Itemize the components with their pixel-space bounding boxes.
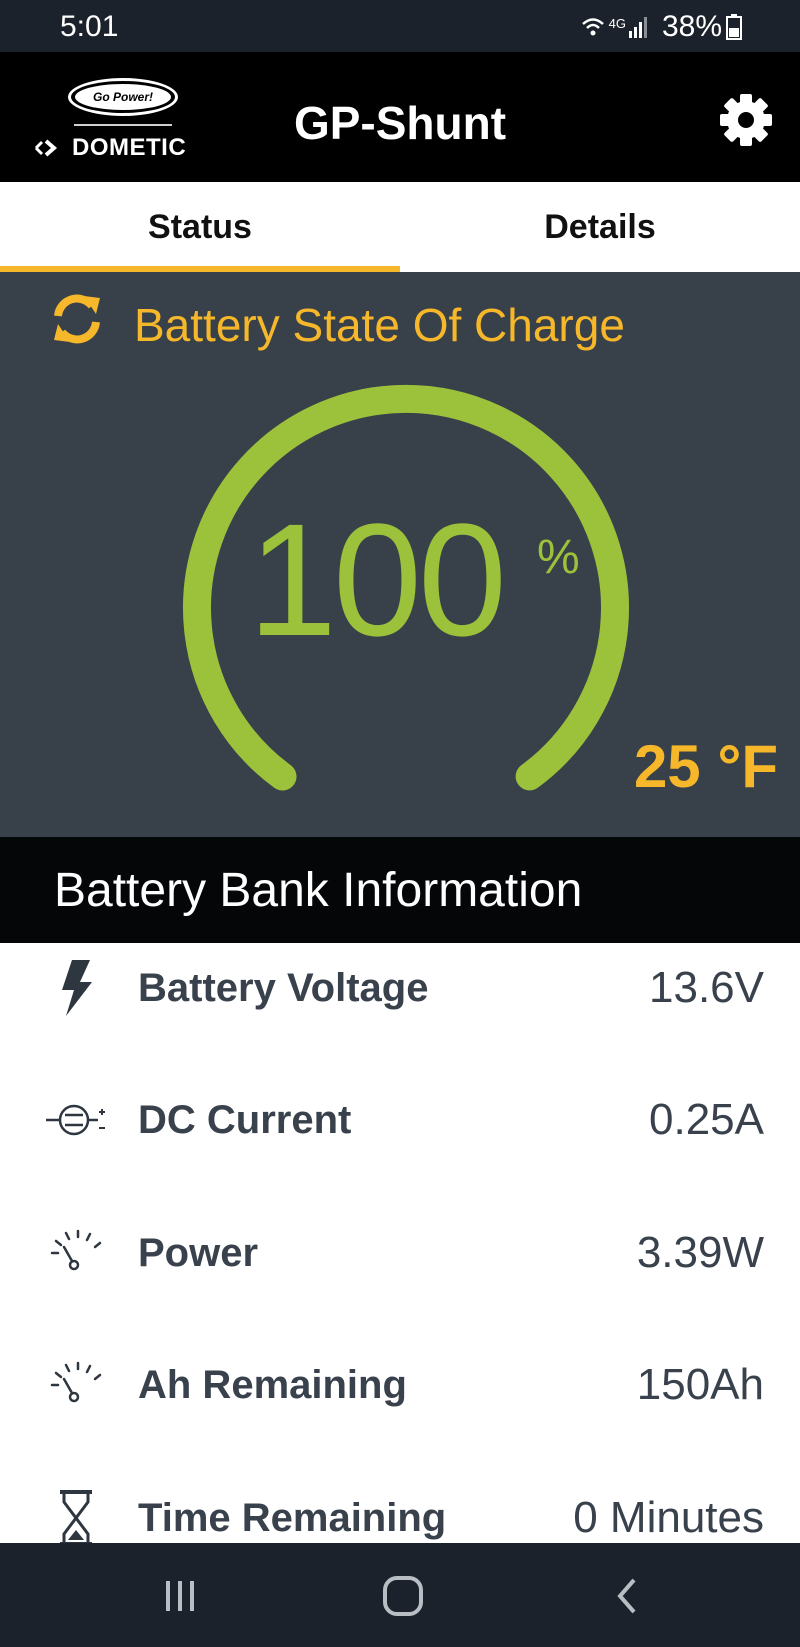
battery-bank-list: Battery Voltage 13.6V DC Current 0.25A P…	[0, 943, 800, 1546]
row-label: Ah Remaining	[138, 1362, 407, 1407]
navigation-bar	[0, 1543, 800, 1647]
row-battery-voltage[interactable]: Battery Voltage 13.6V	[0, 943, 800, 1033]
recent-apps-button[interactable]	[150, 1571, 210, 1621]
refresh-button[interactable]	[48, 290, 106, 348]
gauge-icon	[50, 1361, 102, 1403]
signal-icon	[628, 17, 647, 38]
home-button[interactable]	[373, 1571, 433, 1621]
row-ah-remaining[interactable]: Ah Remaining 150Ah	[0, 1340, 800, 1430]
battery-temperature: 25 °F	[633, 733, 778, 800]
app-root: 5:01 4G 38% Go Power! DOMETIC GP-Shunt S…	[0, 0, 800, 1647]
status-time: 5:01	[60, 10, 119, 43]
wifi-icon	[581, 18, 604, 36]
soc-panel: Battery State Of Charge 100 % 25 °F	[0, 272, 800, 837]
refresh-icon	[54, 294, 100, 344]
tab-bar: Status Details	[0, 182, 800, 272]
status-icons: 4G	[581, 15, 650, 39]
network-type: 4G	[608, 16, 626, 31]
row-value: 0.25A	[649, 1095, 764, 1144]
row-label: DC Current	[138, 1097, 352, 1142]
row-power[interactable]: Power 3.39W	[0, 1208, 800, 1298]
battery-percent: 38%	[661, 10, 722, 43]
tab-status[interactable]: Status	[0, 182, 400, 272]
status-bar: 5:01 4G 38%	[0, 0, 800, 52]
row-value: 3.39W	[636, 1228, 764, 1277]
row-label: Battery Voltage	[138, 965, 429, 1010]
app-title: GP-Shunt	[293, 97, 507, 149]
current-icon	[46, 1104, 105, 1136]
home-icon	[383, 1576, 423, 1616]
soc-value: 100	[248, 490, 507, 669]
hourglass-icon	[60, 1490, 92, 1546]
app-header: Go Power! DOMETIC GP-Shunt	[0, 52, 800, 182]
row-value: 13.6V	[649, 963, 764, 1012]
back-button[interactable]	[598, 1571, 658, 1621]
tab-details[interactable]: Details	[400, 182, 800, 272]
soc-title: Battery State Of Charge	[134, 299, 625, 351]
settings-button[interactable]	[716, 90, 776, 150]
gear-icon	[720, 94, 772, 146]
back-icon	[617, 1578, 636, 1614]
soc-unit: %	[537, 531, 580, 584]
battery-icon	[726, 14, 742, 40]
row-label: Power	[138, 1230, 259, 1275]
lightning-icon	[62, 960, 92, 1016]
status-indicators: 4G 38%	[581, 10, 742, 44]
recent-apps-icon	[166, 1581, 194, 1611]
gauge-icon	[50, 1229, 102, 1271]
row-value: 150Ah	[636, 1360, 764, 1409]
row-dc-current[interactable]: DC Current 0.25A	[0, 1075, 800, 1165]
battery-bank-header: Battery Bank Information	[0, 837, 800, 943]
